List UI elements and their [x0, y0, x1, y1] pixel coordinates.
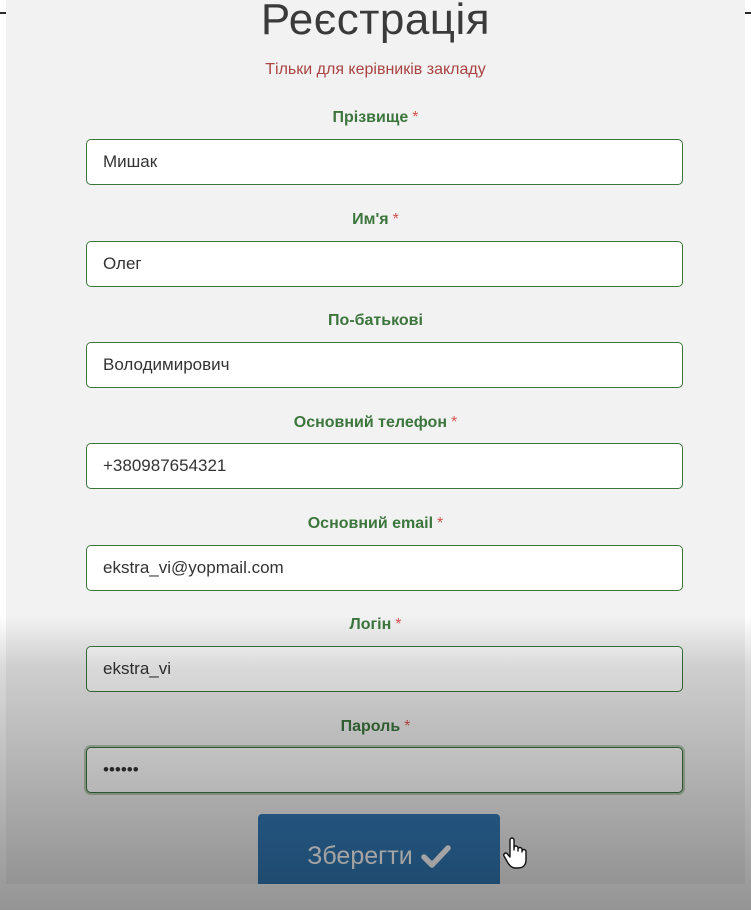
save-button-label: Зберегти [307, 841, 413, 870]
required-mark: * [395, 616, 402, 633]
form-subtitle: Тільки для керівників закладу [265, 61, 486, 78]
label-surname: Прізвище * [332, 109, 419, 126]
required-mark: * [392, 211, 399, 228]
required-mark: * [437, 515, 444, 532]
required-mark: * [404, 718, 411, 735]
check-icon [420, 841, 451, 871]
label-first-name: Им'я * [352, 211, 399, 228]
label-phone: Основний телефон * [293, 414, 458, 431]
login-input[interactable] [86, 646, 683, 692]
page-margin-bottom [0, 884, 751, 910]
surname-input[interactable] [86, 139, 683, 185]
phone-input[interactable] [86, 443, 683, 489]
label-patronymic: По-батькові [328, 312, 423, 329]
page-margin-right [745, 14, 751, 884]
required-mark: * [412, 109, 419, 126]
registration-form: Реєстрація Тільки для керівників закладу… [6, 0, 745, 884]
label-email: Основний email * [307, 515, 444, 532]
patronymic-input[interactable] [86, 342, 683, 388]
email-input[interactable] [86, 545, 683, 591]
label-login: Логін * [349, 616, 402, 633]
required-mark: * [450, 414, 458, 431]
page-title: Реєстрація [260, 0, 491, 44]
label-password: Пароль * [340, 718, 411, 735]
password-input[interactable] [86, 747, 683, 793]
first-name-input[interactable] [86, 241, 683, 287]
